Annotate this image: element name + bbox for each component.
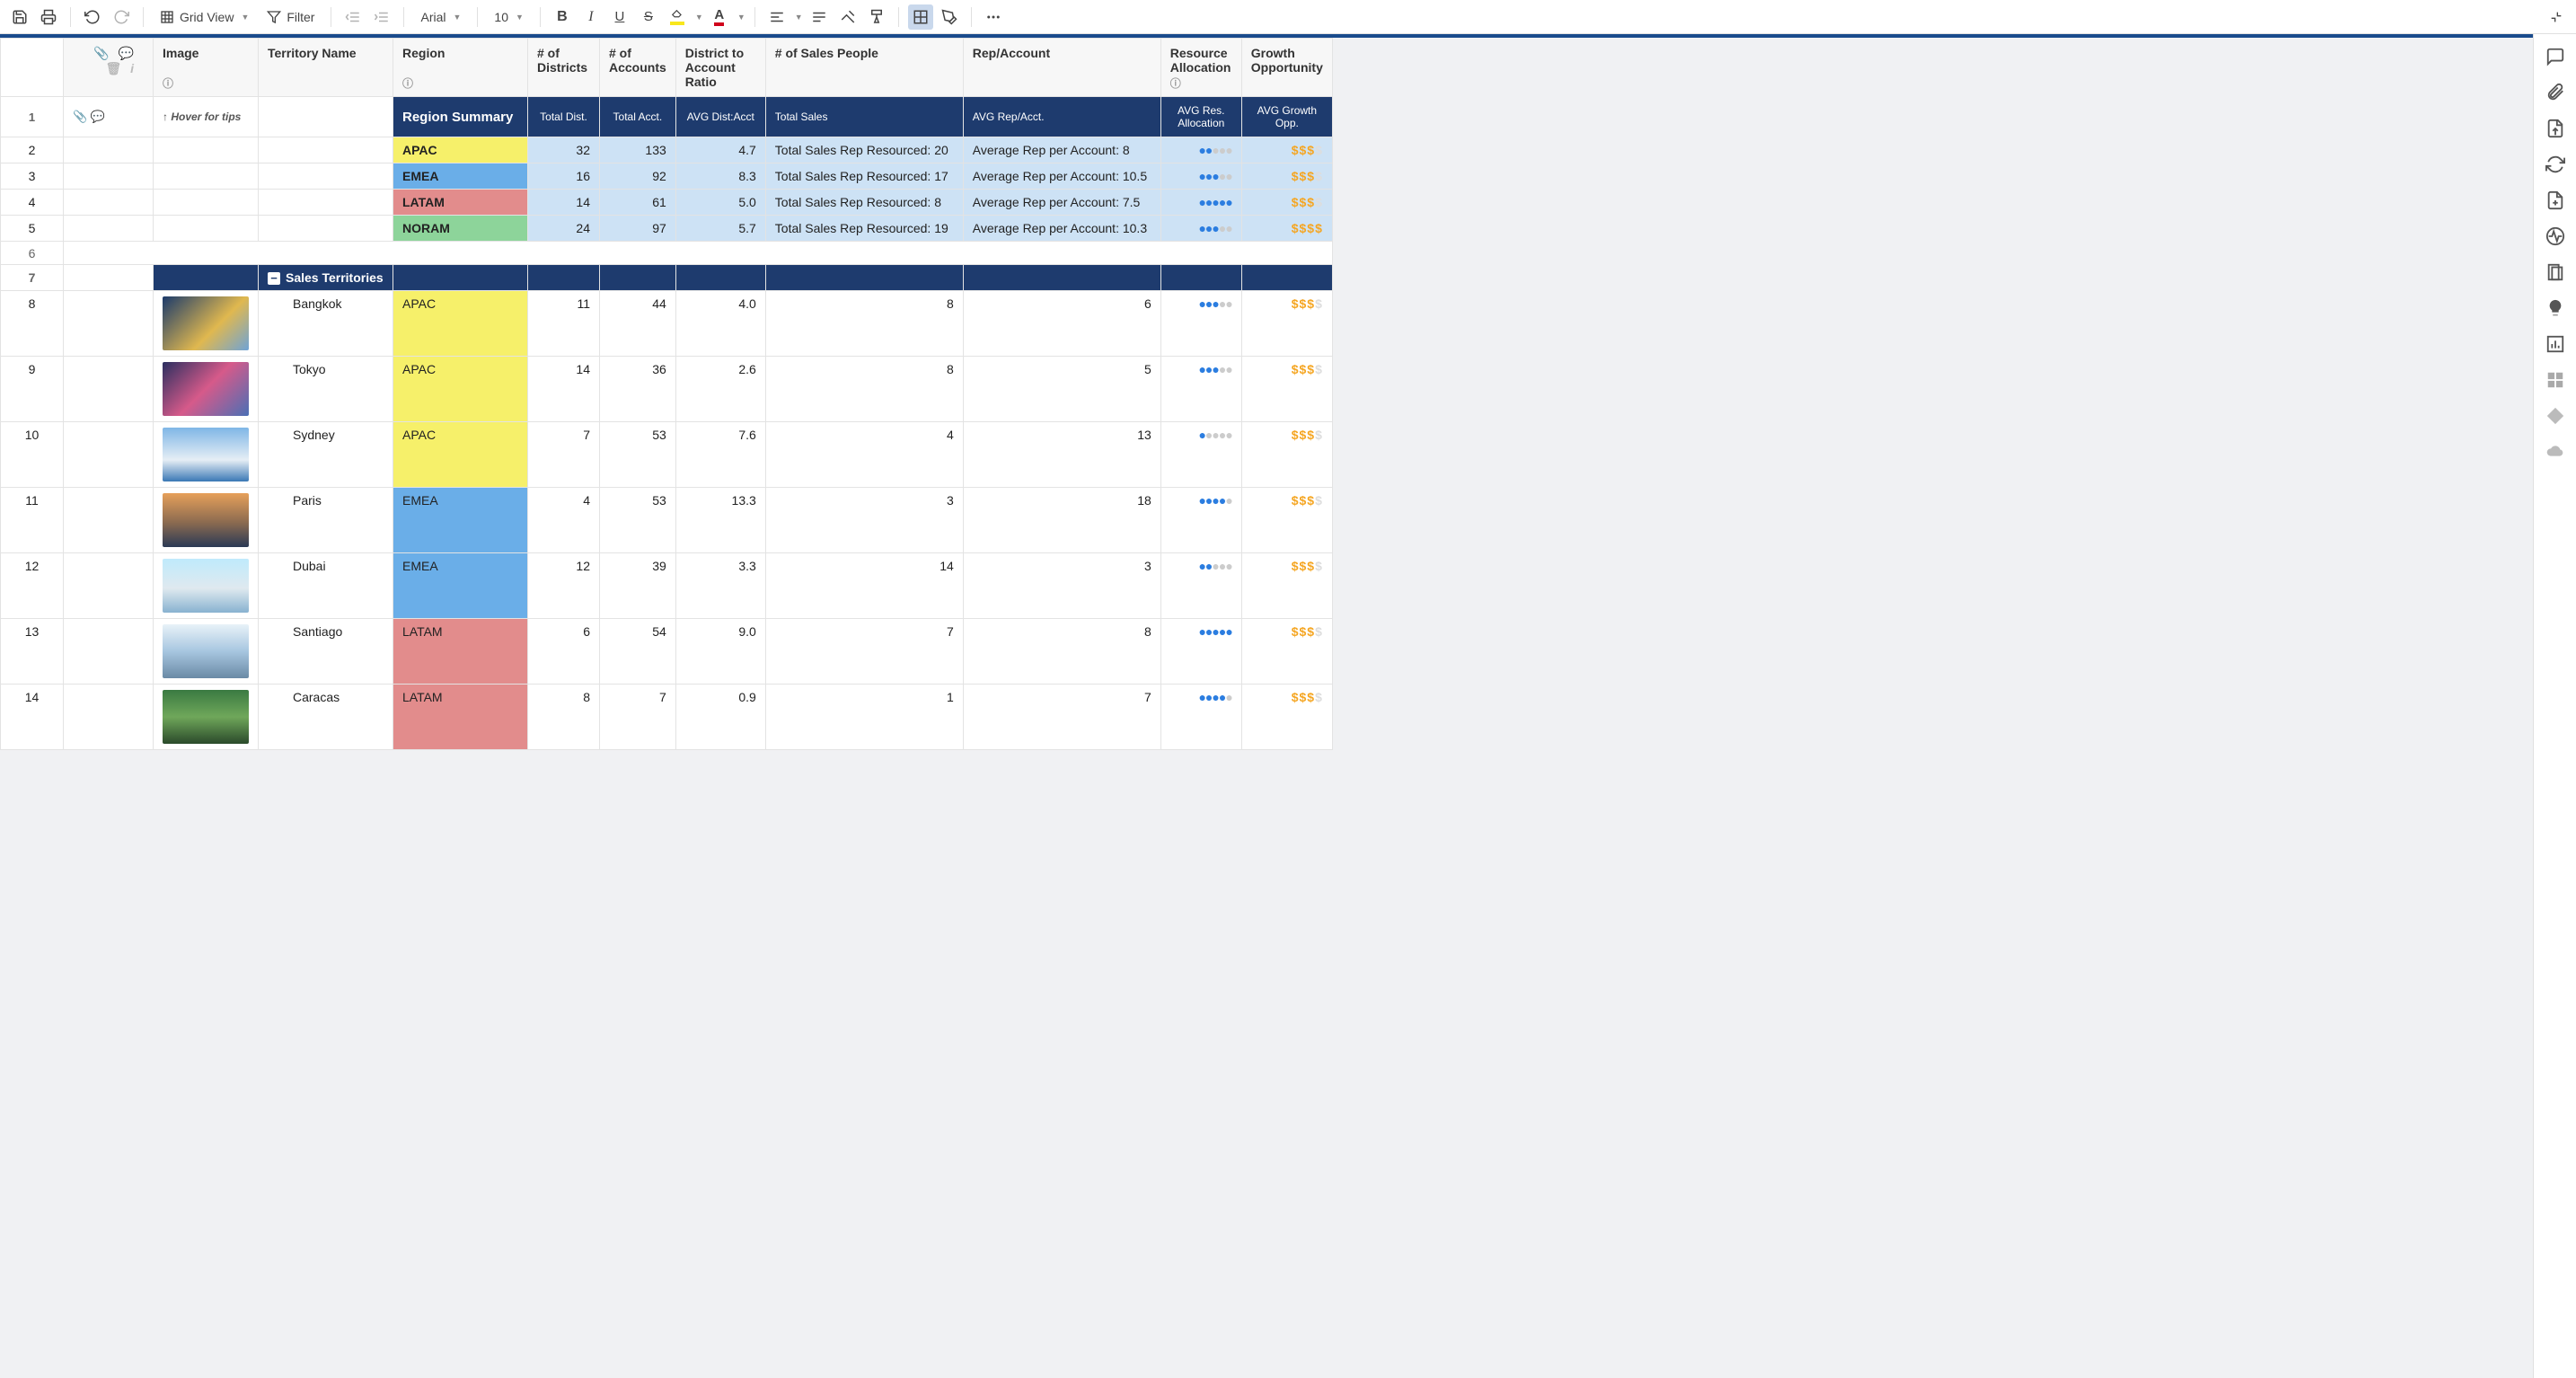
clear-format-icon[interactable] [835,4,860,30]
add-page-icon[interactable] [2545,190,2565,210]
apps-icon[interactable] [2545,370,2565,390]
attachment-icon[interactable] [2545,83,2565,102]
conditional-format-icon[interactable] [908,4,933,30]
indent-icon[interactable] [369,4,394,30]
territory-image [163,296,249,350]
format-painter-icon[interactable] [864,4,889,30]
grid-table[interactable]: 📎 💬 🗑 i Imageⓘ Territory Name Regionⓘ # … [0,38,1333,750]
italic-icon[interactable]: I [578,4,604,30]
col-growth[interactable]: Growth Opportunity [1241,39,1332,97]
document-icon[interactable] [2545,262,2565,282]
wrap-icon[interactable] [807,4,832,30]
font-picker[interactable]: Arial▼ [413,4,468,30]
font-size-picker[interactable]: 10▼ [487,4,531,30]
more-icon[interactable] [981,4,1006,30]
region-summary-title: Region Summary [393,97,528,137]
region-row[interactable]: 2 APAC 32 133 4.7 Total Sales Rep Resour… [1,137,1333,163]
comment-icon[interactable] [2545,47,2565,66]
highlight-dropdown-icon[interactable]: ▼ [695,13,703,22]
text-color-icon[interactable]: A [707,4,732,30]
view-label: Grid View [180,10,234,24]
col-resource-alloc[interactable]: Resource Allocationⓘ [1160,39,1241,97]
print-icon[interactable] [36,4,61,30]
export-icon[interactable] [2545,119,2565,138]
outdent-icon[interactable] [340,4,366,30]
table-row[interactable]: 10 Sydney APAC 7 53 7.6 4 13 ●●●●● $$$$ [1,422,1333,488]
table-row[interactable]: 11 Paris EMEA 4 53 13.3 3 18 ●●●●● $$$$ [1,488,1333,553]
view-switcher[interactable]: Grid View▼ [153,4,256,30]
save-icon[interactable] [7,4,32,30]
refresh-icon[interactable] [2545,155,2565,174]
territory-name: Dubai [259,553,393,619]
table-row[interactable]: 12 Dubai EMEA 12 39 3.3 14 3 ●●●●● $$$$ [1,553,1333,619]
territory-name: Caracas [259,685,393,750]
region-row[interactable]: 5 NORAM 24 97 5.7 Total Sales Rep Resour… [1,216,1333,242]
territory-name: Tokyo [259,357,393,422]
bold-icon[interactable]: B [550,4,575,30]
territory-name: Bangkok [259,291,393,357]
right-rail [2533,34,2576,1378]
collapse-icon[interactable] [2544,4,2569,30]
territory-image [163,624,249,678]
filter-button[interactable]: Filter [260,4,322,30]
territory-image [163,690,249,744]
diamond-icon[interactable] [2545,406,2565,426]
col-accounts[interactable]: # of Accounts [600,39,676,97]
align-dropdown-icon[interactable]: ▼ [795,13,803,22]
col-region[interactable]: Regionⓘ [393,39,528,97]
col-ratio[interactable]: District to Account Ratio [675,39,765,97]
col-image[interactable]: Imageⓘ [154,39,259,97]
col-sales-people[interactable]: # of Sales People [765,39,963,97]
col-territory[interactable]: Territory Name [259,39,393,97]
undo-icon[interactable] [80,4,105,30]
info-icon: ⓘ [163,75,173,91]
cloud-icon[interactable] [2545,442,2565,462]
chart-icon[interactable] [2545,334,2565,354]
collapse-icon[interactable]: − [268,272,280,285]
territory-image [163,428,249,481]
filter-icon [267,10,281,24]
text-color-dropdown-icon[interactable]: ▼ [737,13,745,22]
filter-label: Filter [287,10,314,24]
col-rep-account[interactable]: Rep/Account [963,39,1160,97]
territory-name: Santiago [259,619,393,685]
activity-icon[interactable] [2545,226,2565,246]
table-row[interactable]: 13 Santiago LATAM 6 54 9.0 7 8 ●●●●● $$$… [1,619,1333,685]
territory-image [163,362,249,416]
territory-name: Sydney [259,422,393,488]
info-icon: ⓘ [1170,75,1181,91]
underline-icon[interactable]: U [607,4,632,30]
info-icon: ⓘ [402,75,413,91]
highlight-color-icon[interactable] [665,4,690,30]
col-districts[interactable]: # of Districts [528,39,600,97]
highlight-tool-icon[interactable] [937,4,962,30]
idea-icon[interactable] [2545,298,2565,318]
table-row[interactable]: 14 Caracas LATAM 8 7 0.9 1 7 ●●●●● $$$$ [1,685,1333,750]
toolbar: Grid View▼ Filter Arial▼ 10▼ B I U S ▼ A… [0,0,2576,34]
table-row[interactable]: 9 Tokyo APAC 14 36 2.6 8 5 ●●●●● $$$$ [1,357,1333,422]
strikethrough-icon[interactable]: S [636,4,661,30]
corner-cell[interactable] [1,39,64,97]
redo-icon[interactable] [109,4,134,30]
col-attachments[interactable]: 📎 💬 🗑 i [64,39,154,97]
territory-name: Paris [259,488,393,553]
territories-header[interactable]: −Sales Territories [259,265,393,291]
territory-image [163,559,249,613]
hover-tip: ↑ Hover for tips [154,97,259,137]
grid-icon [160,10,174,24]
region-row[interactable]: 3 EMEA 16 92 8.3 Total Sales Rep Resourc… [1,163,1333,190]
align-icon[interactable] [764,4,790,30]
table-row[interactable]: 8 Bangkok APAC 11 44 4.0 8 6 ●●●●● $$$$ [1,291,1333,357]
territory-image [163,493,249,547]
region-row[interactable]: 4 LATAM 14 61 5.0 Total Sales Rep Resour… [1,190,1333,216]
